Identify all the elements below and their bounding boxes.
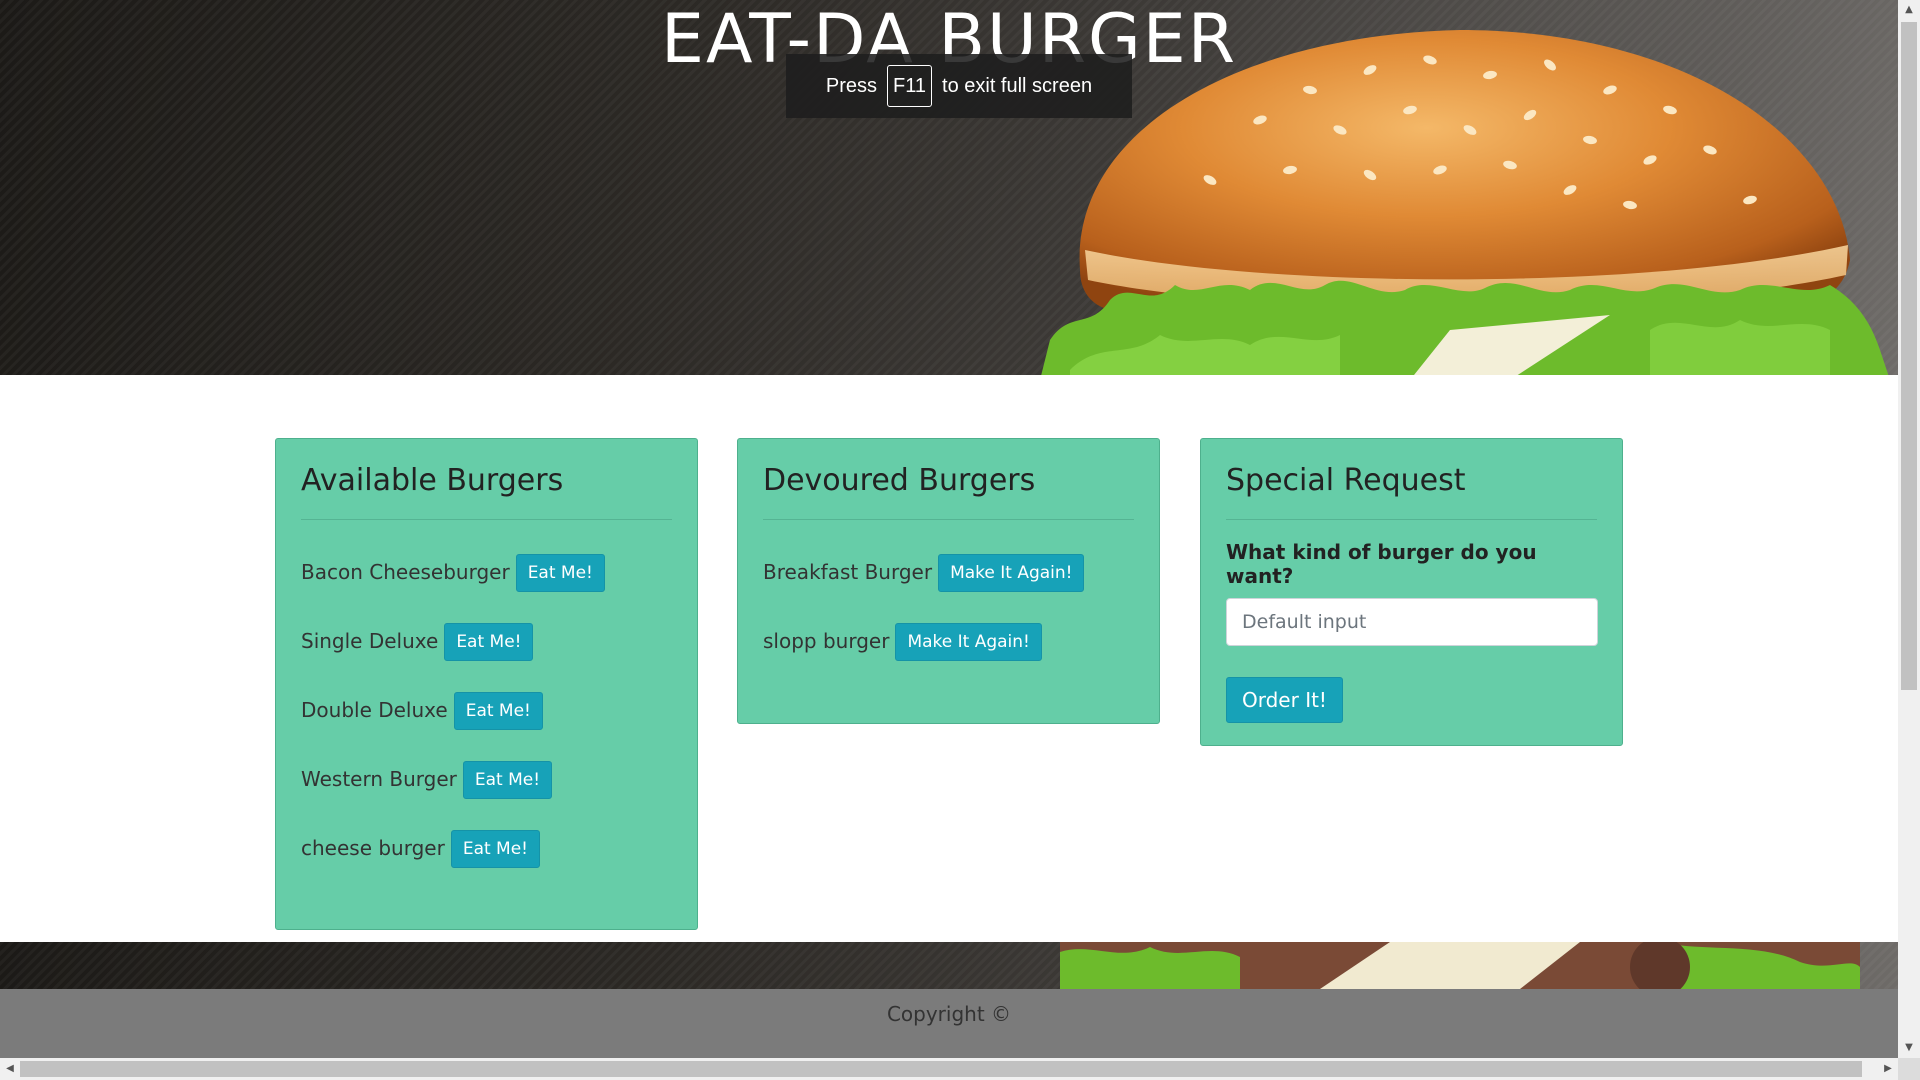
list-item: Single Deluxe Eat Me! <box>301 607 672 675</box>
eat-me-button[interactable]: Eat Me! <box>450 830 540 868</box>
scroll-up-arrow-icon[interactable]: ▲ <box>1898 0 1920 20</box>
list-item: cheese burger Eat Me! <box>301 814 672 882</box>
burger-name: Double Deluxe <box>301 698 448 722</box>
devoured-burgers-list: Breakfast Burger Make It Again! slopp bu… <box>763 538 1134 675</box>
scroll-down-arrow-icon[interactable]: ▼ <box>1898 1038 1920 1058</box>
burger-bottom-image <box>1060 942 1860 989</box>
devoured-burgers-title: Devoured Burgers <box>763 461 1134 520</box>
footer: Copyright © <box>0 989 1898 1058</box>
order-it-button[interactable]: Order It! <box>1226 677 1343 723</box>
available-burgers-list: Bacon Cheeseburger Eat Me! Single Deluxe… <box>301 538 672 882</box>
fullscreen-notice-suffix: to exit full screen <box>942 74 1093 97</box>
available-burgers-title: Available Burgers <box>301 461 672 520</box>
page-viewport: EAT-DA BURGER Press F11 to exit full scr… <box>0 0 1898 1058</box>
f11-key: F11 <box>887 65 933 107</box>
fullscreen-notice: Press F11 to exit full screen <box>786 54 1132 118</box>
eat-me-button[interactable]: Eat Me! <box>453 692 543 730</box>
horizontal-scrollbar[interactable]: ◀ ▶ <box>0 1058 1898 1080</box>
scroll-right-arrow-icon[interactable]: ▶ <box>1878 1058 1898 1080</box>
scroll-left-arrow-icon[interactable]: ◀ <box>0 1058 20 1080</box>
list-item: Breakfast Burger Make It Again! <box>763 538 1134 606</box>
special-request-title: Special Request <box>1226 461 1597 520</box>
burger-request-label: What kind of burger do you want? <box>1226 540 1537 588</box>
make-it-again-button[interactable]: Make It Again! <box>938 554 1085 592</box>
scrollbar-corner <box>1898 1058 1920 1080</box>
horizontal-scroll-thumb[interactable] <box>20 1061 1862 1077</box>
list-item: slopp burger Make It Again! <box>763 607 1134 675</box>
burger-name: Bacon Cheeseburger <box>301 560 510 584</box>
copyright-text: Copyright © <box>886 1002 1012 1026</box>
special-request-card: Special Request What kind of burger do y… <box>1200 438 1623 746</box>
burger-name: Western Burger <box>301 767 457 791</box>
devoured-burgers-card: Devoured Burgers Breakfast Burger Make I… <box>737 438 1160 724</box>
eat-me-button[interactable]: Eat Me! <box>444 623 534 661</box>
eat-me-button[interactable]: Eat Me! <box>515 554 605 592</box>
burger-name: cheese burger <box>301 836 445 860</box>
list-item: Western Burger Eat Me! <box>301 745 672 813</box>
burger-name: Single Deluxe <box>301 629 439 653</box>
burger-name: slopp burger <box>763 629 890 653</box>
make-it-again-button[interactable]: Make It Again! <box>895 623 1042 661</box>
vertical-scroll-thumb[interactable] <box>1901 22 1917 690</box>
burger-request-input[interactable] <box>1226 598 1598 646</box>
fullscreen-notice-prefix: Press <box>825 74 878 97</box>
bottom-banner <box>0 942 1898 989</box>
burger-name: Breakfast Burger <box>763 560 933 584</box>
list-item: Bacon Cheeseburger Eat Me! <box>301 538 672 606</box>
vertical-scrollbar[interactable]: ▲ ▼ <box>1898 0 1920 1058</box>
available-burgers-card: Available Burgers Bacon Cheeseburger Eat… <box>275 438 698 930</box>
list-item: Double Deluxe Eat Me! <box>301 676 672 744</box>
eat-me-button[interactable]: Eat Me! <box>462 761 553 799</box>
